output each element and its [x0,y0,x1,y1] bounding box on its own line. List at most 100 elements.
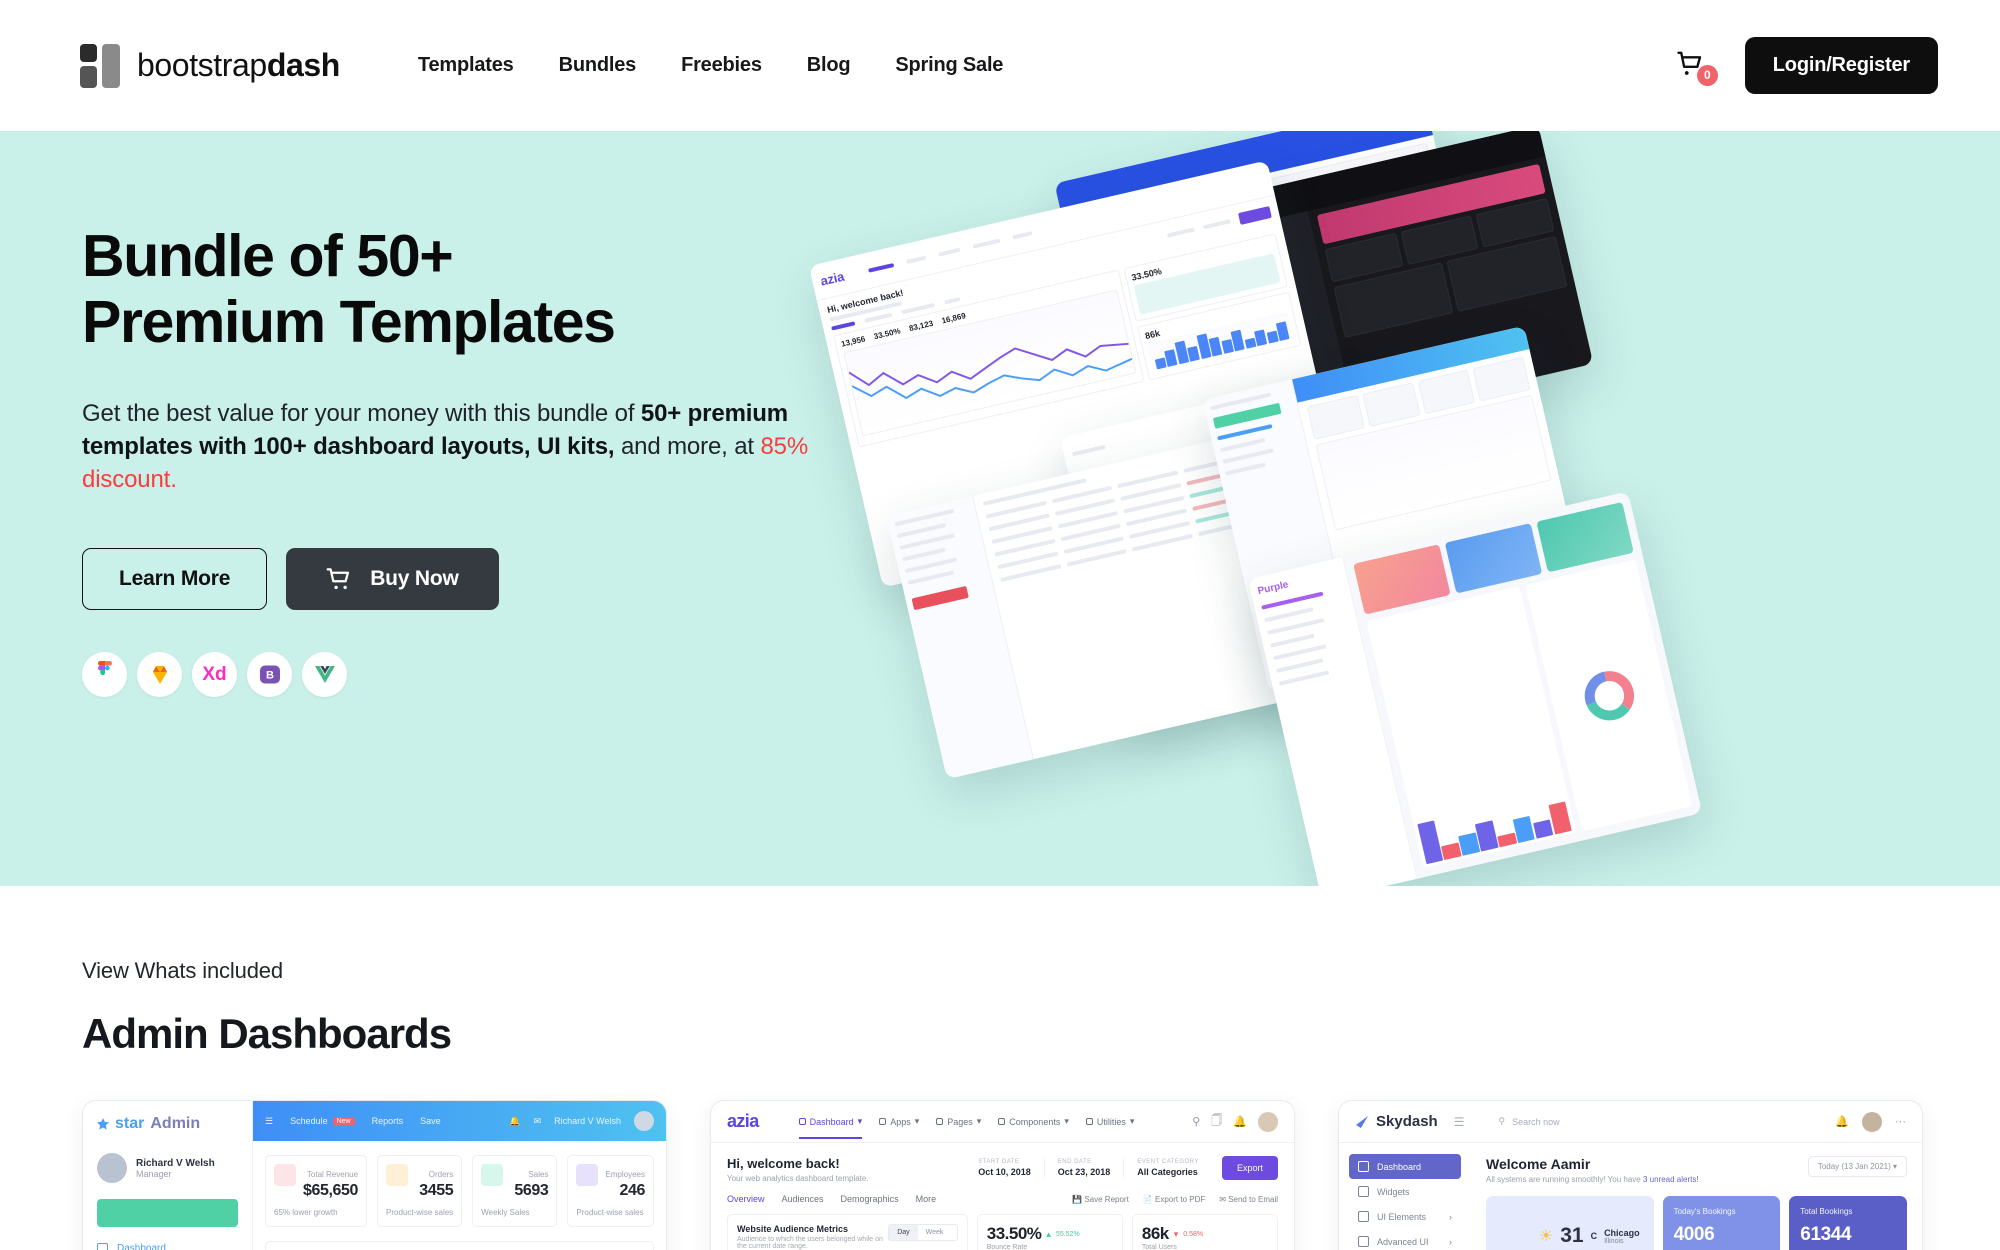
azia-save-report[interactable]: 💾 Save Report [1072,1195,1129,1204]
azia-topbar: azia Dashboard ▾ Apps ▾ Pages ▾ Components ▾… [711,1101,1294,1143]
skydash-topbar-right: 🔔 ⋯ [1835,1111,1906,1132]
bell-icon[interactable]: 🔔 [1233,1115,1247,1128]
azia-start-date[interactable]: START DATE Oct 10, 2018 [965,1159,1044,1177]
ui-elements-icon [1358,1211,1369,1222]
azia-welcome-row: Hi, welcome back! Your web analytics das… [711,1143,1294,1183]
star-topbar-menu-icon[interactable]: ☰ [265,1116,273,1127]
azia-welcome-title: Hi, welcome back! [727,1156,840,1171]
avatar[interactable] [1862,1111,1882,1132]
brand-logo[interactable]: bootstrapdash [80,43,340,88]
azia-tab-overview[interactable]: Overview [727,1194,765,1204]
buy-now-button[interactable]: Buy Now [286,548,499,611]
nav-item-freebies[interactable]: Freebies [681,54,762,77]
azia-nav-utilities[interactable]: Utilities ▾ [1085,1116,1134,1127]
azia-seg-month[interactable]: Month [951,1225,956,1240]
brand-light: bootstrap [137,47,267,83]
search-icon[interactable]: ⚲ [1192,1115,1200,1128]
brand-wordmark: bootstrapdash [137,47,340,84]
login-register-button[interactable]: Login/Register [1744,37,1938,94]
cart-button[interactable]: 0 [1676,49,1718,86]
star-user-block: Richard V Welsh Manager [97,1153,238,1183]
included-section: View Whats included Admin Dashboards sta… [0,886,2000,1250]
header-actions: 0 Login/Register [1676,37,1938,94]
dashboard-card-star-admin[interactable]: star Admin Richard V Welsh Manager Dashbo… [82,1100,667,1250]
skydash-search[interactable]: ⚲ Search now [1498,1116,1559,1127]
dashboard-card-skydash[interactable]: Skydash ☰ ⚲ Search now 🔔 ⋯ Dashboard Wid… [1338,1100,1923,1250]
skydash-total-bookings: Total Bookings 61344 [1789,1196,1908,1250]
skydash-date-filter[interactable]: Today (13 Jan 2021) ▾ [1807,1156,1907,1177]
star-topbar-save[interactable]: Save [420,1116,441,1126]
avatar [634,1111,654,1131]
apps-icon [879,1118,887,1125]
dashboard-card-list: star Admin Richard V Welsh Manager Dashbo… [82,1100,2000,1250]
learn-more-button[interactable]: Learn More [82,548,268,611]
hamburger-icon[interactable]: ☰ [1454,1115,1465,1129]
nav-item-spring-sale[interactable]: Spring Sale [895,54,1003,77]
hero-title-line1: Bundle of 50+ [82,223,454,289]
azia-event-category[interactable]: EVENT CATEGORY All Categories [1123,1159,1212,1177]
azia-seg-week[interactable]: Week [918,1225,952,1240]
nav-item-templates[interactable]: Templates [418,54,514,77]
figma-icon[interactable] [82,652,127,698]
sketch-icon[interactable] [137,652,182,698]
hero-desc-part2: and more, at [614,433,761,461]
azia-tab-more[interactable]: More [916,1194,937,1204]
azia-metric-grid: Website Audience Metrics Audience to whi… [711,1204,1294,1250]
azia-tab-demographics[interactable]: Demographics [841,1194,899,1204]
azia-nav-components[interactable]: Components ▾ [998,1116,1069,1127]
nav-item-bundles[interactable]: Bundles [559,54,637,77]
skydash-temp-unit: C [1590,1231,1598,1241]
bell-icon[interactable]: 🔔 [509,1116,520,1127]
envelope-icon[interactable]: ✉ [534,1116,542,1127]
bell-icon[interactable]: 🔔 [1835,1115,1849,1128]
nav-item-blog[interactable]: Blog [807,54,851,77]
vue-icon[interactable] [302,652,347,698]
azia-range-segment: Day Week Month [888,1224,958,1241]
star-topbar-schedule[interactable]: Schedule New [290,1116,355,1126]
azia-seg-day[interactable]: Day [889,1225,918,1240]
skydash-nav-widgets[interactable]: Widgets [1349,1179,1461,1204]
star-nav-dashboard[interactable]: Dashboard [97,1243,238,1250]
star-stat-revenue: Total Revenue $65,650 65% lower growth [265,1155,368,1227]
dashboard-icon [1358,1161,1369,1172]
hero-cta-group: Learn More Buy Now [82,548,830,611]
skydash-temperature: 31 [1560,1224,1584,1247]
bootstrap-icon[interactable]: B [247,652,292,698]
sales-icon [481,1164,504,1186]
azia-export-pdf[interactable]: 📄 Export to PDF [1143,1195,1205,1204]
azia-end-date[interactable]: END DATE Oct 23, 2018 [1043,1159,1124,1177]
azia-send-email[interactable]: ✉ Send to Email [1219,1195,1278,1204]
dashboard-card-azia[interactable]: azia Dashboard ▾ Apps ▾ Pages ▾ Components ▾… [710,1100,1295,1250]
azia-nav-pages[interactable]: Pages ▾ [936,1116,981,1127]
azia-export-button[interactable]: Export [1221,1156,1278,1180]
adobe-xd-icon[interactable]: Xd [192,652,237,698]
skydash-nav-ui-elements[interactable]: UI Elements › [1349,1204,1461,1229]
star-topbar-reports[interactable]: Reports [372,1116,404,1126]
avatar[interactable] [1258,1111,1278,1132]
azia-logo: azia [727,1111,759,1131]
trend-down-icon: ▾ [1173,1228,1179,1239]
copy-icon[interactable]: 🗍 [1211,1112,1222,1131]
figma-glyph [97,660,112,675]
azia-tab-audiences[interactable]: Audiences [782,1194,824,1204]
star-nav-label: Dashboard [117,1243,166,1250]
skydash-todays-bookings: Today's Bookings 4006 [1662,1196,1781,1250]
utilities-icon [1085,1118,1093,1125]
hero-desc-part1: Get the best value for your money with t… [82,400,641,428]
skydash-state: Illinois [1604,1237,1624,1245]
azia-nav-apps[interactable]: Apps ▾ [879,1116,919,1127]
skydash-nav-advanced-ui[interactable]: Advanced UI › [1349,1229,1461,1250]
dashboard-icon [97,1243,108,1250]
azia-kpi-bounce: 33.50% ▴ 55.52% Bounce Rate [976,1214,1123,1250]
skydash-nav-dashboard[interactable]: Dashboard [1349,1154,1461,1179]
employees-icon [576,1164,599,1186]
azia-nav-dashboard[interactable]: Dashboard ▾ [798,1116,863,1139]
azia-nav: Dashboard ▾ Apps ▾ Pages ▾ Components ▾ Util… [798,1116,1134,1139]
azia-topbar-right: ⚲ 🗍 🔔 [1192,1111,1278,1132]
star-topbar: ☰ Schedule New Reports Save 🔔 ✉ Richard V… [253,1101,666,1141]
star-sidebar: star Admin Richard V Welsh Manager Dashbo… [83,1101,253,1250]
star-new-project-button[interactable] [97,1199,238,1227]
vue-glyph [314,666,335,684]
skydash-logo: Skydash [1355,1113,1438,1130]
more-icon[interactable]: ⋯ [1895,1115,1906,1128]
